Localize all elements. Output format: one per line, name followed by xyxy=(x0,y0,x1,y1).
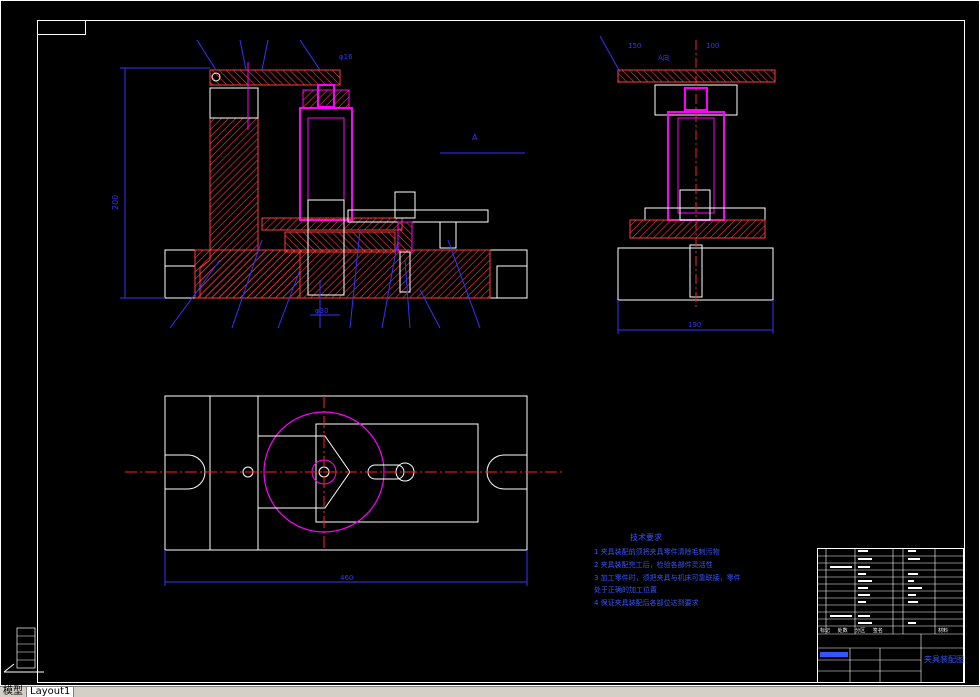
sheet-inner-border xyxy=(37,20,965,683)
side-plate-top xyxy=(644,207,766,221)
plate-support xyxy=(284,231,396,253)
dim-side-b: 100 xyxy=(706,42,719,50)
drawing-svg: 200 φ30 φ16 A 190 A向 150 100 460 技术要求 1 … xyxy=(0,0,980,686)
dim-side-width-text: 190 xyxy=(688,321,701,329)
parts-list-entries xyxy=(830,550,922,624)
note-item: 3 加工零件时，须把夹具与机床可靠联接，零件 xyxy=(594,573,741,582)
cad-drawing-canvas[interactable]: 200 φ30 φ16 A 190 A向 150 100 460 技术要求 1 … xyxy=(0,0,980,686)
dim-bore-text: φ30 xyxy=(315,307,329,315)
note-item: 1 夹具装配前须将夹具零件清除毛刺污物 xyxy=(594,547,720,556)
clamp-arm xyxy=(209,69,341,86)
side-work-plate xyxy=(629,219,766,239)
material-label: 材料 xyxy=(938,627,948,634)
side-view-label: A向 xyxy=(658,53,670,62)
drawing-number-box xyxy=(37,20,86,35)
note-item: 4 保证夹具装配后各部位达到要求 xyxy=(594,598,699,607)
note-item: 2 夹具装配完工后，检验各部件灵活性 xyxy=(594,560,713,569)
sheet-outer-border xyxy=(0,0,980,686)
locating-pin xyxy=(439,221,457,249)
label-count: 处数 xyxy=(838,627,848,634)
section-label-a: A xyxy=(472,133,478,142)
designer-name xyxy=(820,652,848,657)
work-plate xyxy=(261,217,403,231)
side-leader xyxy=(599,35,621,73)
side-section-view: 190 A向 150 100 xyxy=(599,35,776,334)
label-sign: 签名 xyxy=(873,627,883,634)
compression-spring xyxy=(397,221,413,253)
notes-title: 技术要求 xyxy=(630,532,662,542)
title-block-header-labels: 标记 处数 分区 签名 xyxy=(820,627,883,634)
hex-bolt-head xyxy=(394,191,416,219)
guide-bore xyxy=(307,117,345,219)
dim-plan-length-text: 460 xyxy=(340,574,353,582)
plan-work-plate xyxy=(315,423,479,523)
column-top xyxy=(209,87,259,119)
label-zone: 分区 xyxy=(855,627,865,634)
tab-layout1[interactable]: Layout1 xyxy=(26,687,75,697)
tab-model[interactable]: 模型 xyxy=(0,687,26,697)
plan-column xyxy=(209,395,259,551)
label-mark: 标记 xyxy=(820,627,830,634)
base-slot-left xyxy=(164,265,196,299)
layout-tab-bar: 模型 Layout1 xyxy=(0,686,980,697)
plan-view: 460 xyxy=(125,395,565,586)
technical-notes: 技术要求 1 夹具装配前须将夹具零件清除毛刺污物 2 夹具装配完工后，检验各部件… xyxy=(594,532,741,607)
dim-pitch-text: φ16 xyxy=(339,53,353,61)
dim-height-text: 200 xyxy=(111,195,120,210)
note-item: 处于正确的加工位置 xyxy=(594,585,657,594)
base-slot-right xyxy=(496,265,528,299)
dim-side-a: 150 xyxy=(628,42,641,50)
front-section-view: 200 φ30 φ16 A xyxy=(111,39,528,329)
title-block: 标记 处数 分区 签名 材料 夹具装配图 xyxy=(817,548,964,683)
drawing-name: 夹具装配图 xyxy=(924,654,964,664)
part-leaders-top xyxy=(196,39,321,71)
plan-base-outline xyxy=(164,395,528,551)
side-bolt-head xyxy=(679,189,711,221)
sleeve-cap xyxy=(302,89,350,109)
